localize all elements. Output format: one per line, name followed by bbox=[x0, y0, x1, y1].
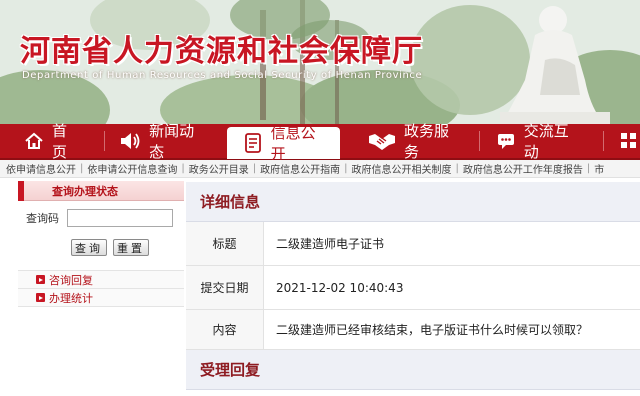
sub-nav: 依申请信息公开 | 依申请公开信息查询 | 政务公开目录 | 政府信息公开指南 | 政府… bbox=[0, 160, 640, 178]
sidebar-item-label: 咨询回复 bbox=[49, 273, 93, 287]
sidebar-item-label: 办理统计 bbox=[49, 291, 93, 305]
subnav-link[interactable]: 政府信息公开工作年度报告 bbox=[459, 161, 587, 176]
sidebar: 查询办理状态 查询码 查询 重置 咨询回复 办理统计 bbox=[18, 180, 184, 307]
detail-section-title: 详细信息 bbox=[186, 182, 640, 222]
header-banner: 河南省人力资源和社会保障厅 Department of Human Resour… bbox=[0, 0, 640, 124]
subnav-link[interactable]: 政府信息公开指南 bbox=[256, 161, 344, 176]
chat-icon bbox=[496, 130, 516, 152]
nav-item-label: 交流互动 bbox=[523, 122, 569, 161]
detail-row-date: 提交日期 2021-12-02 10:40:43 bbox=[186, 266, 640, 310]
heading-marker bbox=[18, 180, 24, 201]
detail-value: 2021-12-02 10:40:43 bbox=[276, 280, 404, 295]
detail-value: 二级建造师已经审核结束，电子版证书什么时候可以领取？ bbox=[276, 323, 589, 337]
nav-item-news[interactable]: 新闻动态 bbox=[119, 122, 200, 161]
subnav-link[interactable]: 政府信息公开相关制度 bbox=[348, 161, 456, 176]
arrow-bullet-icon bbox=[36, 293, 45, 302]
detail-value: 二级建造师电子证书 bbox=[276, 237, 385, 251]
subnav-link[interactable]: 市 bbox=[590, 161, 608, 176]
nav-item-interaction[interactable]: 交流互动 bbox=[496, 122, 577, 161]
sidebar-item-statistics[interactable]: 办理统计 bbox=[18, 289, 184, 307]
sidebar-heading-bar: 查询办理状态 bbox=[18, 180, 184, 201]
home-icon bbox=[24, 130, 44, 152]
subnav-link[interactable]: 依申请信息公开 bbox=[0, 161, 80, 176]
detail-row-title: 标题 二级建造师电子证书 bbox=[186, 222, 640, 266]
nav-item-government-services[interactable]: 政务服务 bbox=[368, 122, 455, 161]
main-nav: 首页 新闻动态 信息公开 政务服务 交流互动 bbox=[0, 122, 640, 163]
nav-item-home[interactable]: 首页 bbox=[24, 122, 78, 161]
handshake-icon bbox=[368, 130, 396, 152]
detail-key: 内容 bbox=[186, 310, 264, 349]
nav-item-label: 新闻动态 bbox=[149, 122, 195, 161]
nav-item-label: 首页 bbox=[52, 122, 68, 161]
nav-divider bbox=[478, 131, 480, 151]
document-icon bbox=[243, 132, 263, 154]
detail-key: 提交日期 bbox=[186, 266, 264, 309]
nav-item-label: 政务服务 bbox=[403, 122, 449, 161]
sidebar-heading: 查询办理状态 bbox=[52, 184, 118, 198]
query-button[interactable]: 查询 bbox=[71, 239, 107, 256]
sidebar-item-consultation-reply[interactable]: 咨询回复 bbox=[18, 271, 184, 289]
nav-item-info-disclosure[interactable]: 信息公开 bbox=[226, 124, 340, 163]
detail-key: 标题 bbox=[186, 222, 264, 265]
nav-item-label: 信息公开 bbox=[270, 124, 316, 163]
query-buttons: 查询 重置 bbox=[18, 239, 184, 256]
reset-button[interactable]: 重置 bbox=[113, 239, 149, 256]
arrow-bullet-icon bbox=[36, 275, 45, 284]
grid-icon bbox=[618, 130, 640, 152]
detail-panel: 详细信息 标题 二级建造师电子证书 提交日期 2021-12-02 10:40:… bbox=[186, 182, 640, 390]
query-code-input[interactable] bbox=[67, 209, 173, 227]
site-title: 河南省人力资源和社会保障厅 bbox=[20, 34, 423, 69]
reply-section-title: 受理回复 bbox=[186, 350, 640, 390]
nav-item-more[interactable] bbox=[618, 123, 640, 159]
nav-divider bbox=[104, 131, 106, 151]
sidebar-links: 咨询回复 办理统计 bbox=[18, 270, 184, 307]
speaker-icon bbox=[119, 130, 141, 152]
query-code-label: 查询码 bbox=[26, 212, 59, 225]
detail-row-content: 内容 二级建造师已经审核结束，电子版证书什么时候可以领取？ bbox=[186, 310, 640, 350]
query-form: 查询码 bbox=[18, 209, 184, 227]
subnav-link[interactable]: 政务公开目录 bbox=[185, 161, 253, 176]
nav-divider bbox=[603, 131, 604, 151]
site-subtitle: Department of Human Resources and Social… bbox=[22, 70, 423, 81]
subnav-link[interactable]: 依申请公开信息查询 bbox=[83, 161, 181, 176]
